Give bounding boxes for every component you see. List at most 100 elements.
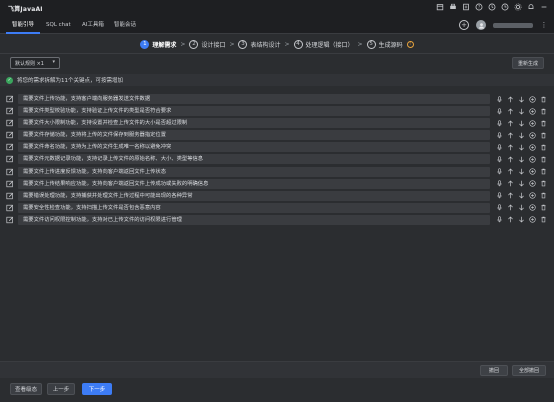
minimize-icon[interactable]	[540, 3, 548, 11]
rule-select[interactable]: 默认规则 ×1 ▾	[10, 57, 60, 69]
add-row-icon[interactable]	[528, 95, 537, 104]
step-table-design[interactable]: 3 表结构设计	[238, 39, 281, 49]
add-row-icon[interactable]	[528, 107, 537, 116]
move-up-icon[interactable]	[506, 179, 515, 188]
move-down-icon[interactable]	[517, 107, 526, 116]
tab-smart-guide[interactable]: 智能引导	[6, 17, 41, 34]
requirement-text-field[interactable]: 需要文件上传结果响应功能，支持向客户端返回文件上传成功或失败的明确信息	[18, 178, 490, 189]
view-history-button[interactable]: 查看级态	[10, 383, 42, 395]
tab-ai-toolbox[interactable]: AI工具箱	[76, 17, 110, 34]
requirement-text-field[interactable]: 需要文件元数据记录功能，支持记录上传文件的原始名称、大小、类型等信息	[18, 154, 490, 165]
printer-icon[interactable]	[449, 3, 457, 11]
add-row-icon[interactable]	[528, 143, 537, 152]
history-icon[interactable]	[488, 3, 496, 11]
add-row-icon[interactable]	[528, 131, 537, 140]
prev-step-button[interactable]: 上一步	[47, 383, 75, 395]
move-down-icon[interactable]	[517, 179, 526, 188]
warning-icon[interactable]: !	[406, 40, 414, 48]
microphone-icon[interactable]	[495, 203, 504, 212]
edit-icon[interactable]	[6, 180, 14, 188]
add-icon[interactable]: +	[459, 20, 469, 30]
add-row-icon[interactable]	[528, 191, 537, 200]
move-up-icon[interactable]	[506, 155, 515, 164]
microphone-icon[interactable]	[495, 167, 504, 176]
requirement-text-field[interactable]: 需要文件大小限制功能，支持设置并检查上传文件的大小是否超过限制	[18, 118, 490, 129]
move-down-icon[interactable]	[517, 119, 526, 128]
step-generate-source[interactable]: 5 生成源码	[366, 39, 403, 49]
edit-icon[interactable]	[6, 131, 14, 139]
microphone-icon[interactable]	[495, 131, 504, 140]
tab-sql-chat[interactable]: SQL chat	[40, 17, 77, 34]
add-row-icon[interactable]	[528, 167, 537, 176]
requirement-text-field[interactable]: 需要文件上传功能，支持客户端向服务器发送文件数据	[18, 94, 490, 104]
delete-icon[interactable]	[539, 131, 548, 140]
edit-icon[interactable]	[6, 119, 14, 127]
microphone-icon[interactable]	[495, 155, 504, 164]
move-up-icon[interactable]	[506, 203, 515, 212]
step-understand-requirements[interactable]: 1 理解需求	[140, 39, 176, 49]
delete-icon[interactable]	[539, 167, 548, 176]
edit-icon[interactable]	[6, 216, 14, 224]
requirement-text-field[interactable]: 需要错误处理功能，支持捕获并处理文件上传过程中可能出现的各种异常	[18, 190, 490, 201]
edit-icon[interactable]	[6, 143, 14, 151]
microphone-icon[interactable]	[495, 191, 504, 200]
add-row-icon[interactable]	[528, 155, 537, 164]
move-down-icon[interactable]	[517, 131, 526, 140]
move-up-icon[interactable]	[506, 143, 515, 152]
microphone-icon[interactable]	[495, 119, 504, 128]
move-down-icon[interactable]	[517, 167, 526, 176]
microphone-icon[interactable]	[495, 215, 504, 224]
move-down-icon[interactable]	[517, 215, 526, 224]
next-step-button[interactable]: 下一步	[82, 383, 112, 395]
edit-icon[interactable]	[6, 155, 14, 163]
avatar[interactable]	[476, 20, 486, 30]
microphone-icon[interactable]	[495, 107, 504, 116]
edit-icon[interactable]	[6, 95, 14, 103]
move-up-icon[interactable]	[506, 215, 515, 224]
delete-icon[interactable]	[539, 119, 548, 128]
requirement-text-field[interactable]: 需要安全性检查功能，支持扫描上传文件是否包含恶意内容	[18, 202, 490, 213]
tab-smart-chat[interactable]: 智能会话	[108, 17, 142, 34]
move-down-icon[interactable]	[517, 155, 526, 164]
help-icon[interactable]: ?	[475, 3, 483, 11]
package-icon[interactable]	[436, 3, 444, 11]
regenerate-button[interactable]: 重新生成	[512, 57, 544, 69]
delete-icon[interactable]	[539, 179, 548, 188]
move-up-icon[interactable]	[506, 107, 515, 116]
move-up-icon[interactable]	[506, 167, 515, 176]
move-up-icon[interactable]	[506, 95, 515, 104]
more-icon[interactable]: ⋮	[540, 21, 548, 29]
delete-icon[interactable]	[539, 143, 548, 152]
clock-icon[interactable]	[501, 3, 509, 11]
step-design-interface[interactable]: 2 设计接口	[189, 39, 225, 49]
bell-icon[interactable]	[527, 3, 535, 11]
requirement-text-field[interactable]: 需要文件上传进度反馈功能，支持向客户端返回文件上传状态	[18, 166, 490, 177]
delete-icon[interactable]	[539, 107, 548, 116]
edit-icon[interactable]	[6, 192, 14, 200]
add-row-icon[interactable]	[528, 215, 537, 224]
edit-icon[interactable]	[6, 168, 14, 176]
requirement-text-field[interactable]: 需要文件访问权限控制功能，支持对已上传文件的访问权限进行管理	[18, 214, 490, 225]
settings-icon[interactable]	[514, 3, 522, 11]
delete-icon[interactable]	[539, 191, 548, 200]
microphone-icon[interactable]	[495, 179, 504, 188]
delete-icon[interactable]	[539, 203, 548, 212]
microphone-icon[interactable]	[495, 95, 504, 104]
move-up-icon[interactable]	[506, 191, 515, 200]
document-icon[interactable]	[462, 3, 470, 11]
delete-icon[interactable]	[539, 155, 548, 164]
add-row-icon[interactable]	[528, 119, 537, 128]
edit-icon[interactable]	[6, 107, 14, 115]
undo-button[interactable]: 撤回	[480, 365, 508, 376]
move-down-icon[interactable]	[517, 143, 526, 152]
move-down-icon[interactable]	[517, 191, 526, 200]
delete-icon[interactable]	[539, 215, 548, 224]
move-down-icon[interactable]	[517, 203, 526, 212]
move-down-icon[interactable]	[517, 95, 526, 104]
move-up-icon[interactable]	[506, 119, 515, 128]
add-row-icon[interactable]	[528, 203, 537, 212]
requirement-text-field[interactable]: 需要文件存储功能，支持将上传的文件保存到服务器指定位置	[18, 130, 490, 141]
microphone-icon[interactable]	[495, 143, 504, 152]
step-processing-logic[interactable]: 4 处理逻辑（接口）	[293, 39, 354, 49]
add-row-icon[interactable]	[528, 179, 537, 188]
